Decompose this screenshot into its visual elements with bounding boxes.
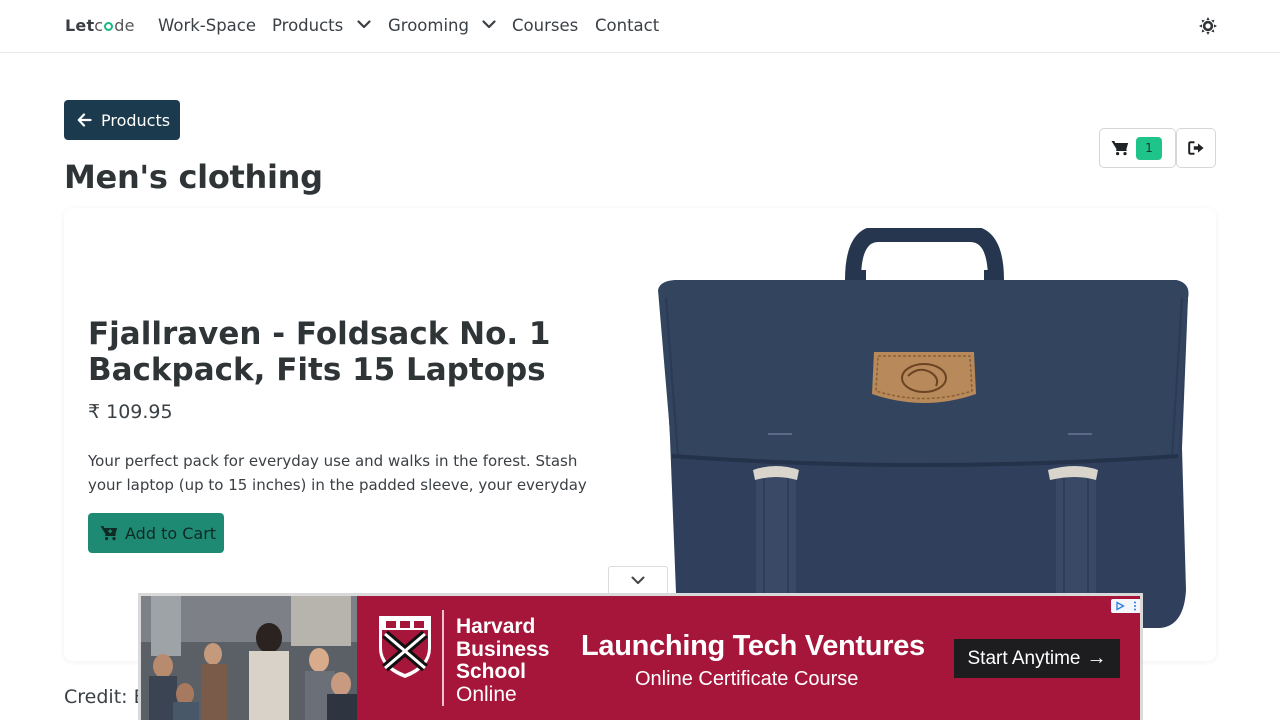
navbar: Letc de Work-Space Products Grooming Cour… — [0, 0, 1280, 53]
ad-choices-icon[interactable] — [1111, 599, 1140, 613]
more-icon — [1134, 601, 1136, 611]
arrow-left-icon — [77, 113, 92, 127]
cart-count-badge: 1 — [1136, 136, 1162, 160]
ad-cta-label: Start Anytime — [967, 647, 1081, 669]
page-title: Men's clothing — [64, 158, 323, 196]
nav-products[interactable]: Products — [272, 16, 371, 35]
nav-contact[interactable]: Contact — [595, 16, 659, 35]
logout-button[interactable] — [1176, 128, 1216, 168]
nav-label: Contact — [595, 16, 660, 35]
sun-icon[interactable] — [1198, 16, 1218, 36]
hbs-shield-logo — [379, 616, 431, 678]
cart-icon — [1111, 141, 1129, 156]
nav-grooming[interactable]: Grooming — [388, 16, 496, 35]
chevron-down-icon — [482, 20, 496, 29]
ad-cta-button[interactable]: Start Anytime → — [954, 639, 1120, 678]
ad-divider — [442, 610, 444, 706]
sign-out-icon — [1187, 141, 1204, 155]
arrow-right-icon: → — [1086, 647, 1107, 669]
ad-brand-line: Business — [456, 637, 550, 661]
cart-button[interactable]: 1 — [1099, 128, 1176, 168]
back-to-products-button[interactable]: Products — [64, 100, 180, 140]
nav-work-space[interactable]: Work-Space — [158, 16, 256, 35]
nav-label: Grooming — [388, 16, 469, 35]
ad-headline: Launching Tech Ventures — [581, 630, 925, 662]
brand-text-left: Let — [65, 16, 95, 35]
ad-brand-line: Harvard — [456, 615, 536, 638]
nav-label: Courses — [512, 16, 579, 35]
chevron-down-icon — [356, 20, 371, 29]
brand-logo[interactable]: Letc de — [65, 16, 135, 35]
nav-label: Work-Space — [158, 16, 257, 35]
product-description: Your perfect pack for everyday use and w… — [88, 452, 587, 494]
chevron-down-icon — [631, 576, 645, 584]
brand-o-icon — [104, 22, 114, 31]
ad-collapse-button[interactable] — [608, 566, 668, 593]
credit-text: Credit: E — [64, 686, 146, 708]
add-to-cart-button[interactable]: Add to Cart — [88, 513, 224, 553]
nav-label: Products — [272, 16, 344, 35]
ad-classroom-photo — [141, 596, 357, 720]
play-icon — [1116, 601, 1125, 611]
ad-brand-line: School — [456, 660, 527, 683]
cart-plus-icon — [100, 526, 118, 541]
back-button-label: Products — [101, 110, 171, 130]
ad-subline: Online Certificate Course — [635, 668, 859, 690]
backpack-image — [658, 228, 1189, 636]
product-title: Fjallraven - Foldsack No. 1 Backpack, Fi… — [88, 316, 551, 388]
brand-text-right: de — [114, 16, 135, 35]
ad-banner[interactable]: Harvard Business School Online Launching… — [138, 593, 1143, 720]
add-to-cart-label: Add to Cart — [125, 523, 217, 543]
ad-brand-line: Online — [456, 682, 517, 706]
ad-brand-name: Harvard Business School Online — [456, 615, 550, 706]
nav-courses[interactable]: Courses — [512, 16, 578, 35]
product-price: ₹ 109.95 — [88, 401, 173, 423]
